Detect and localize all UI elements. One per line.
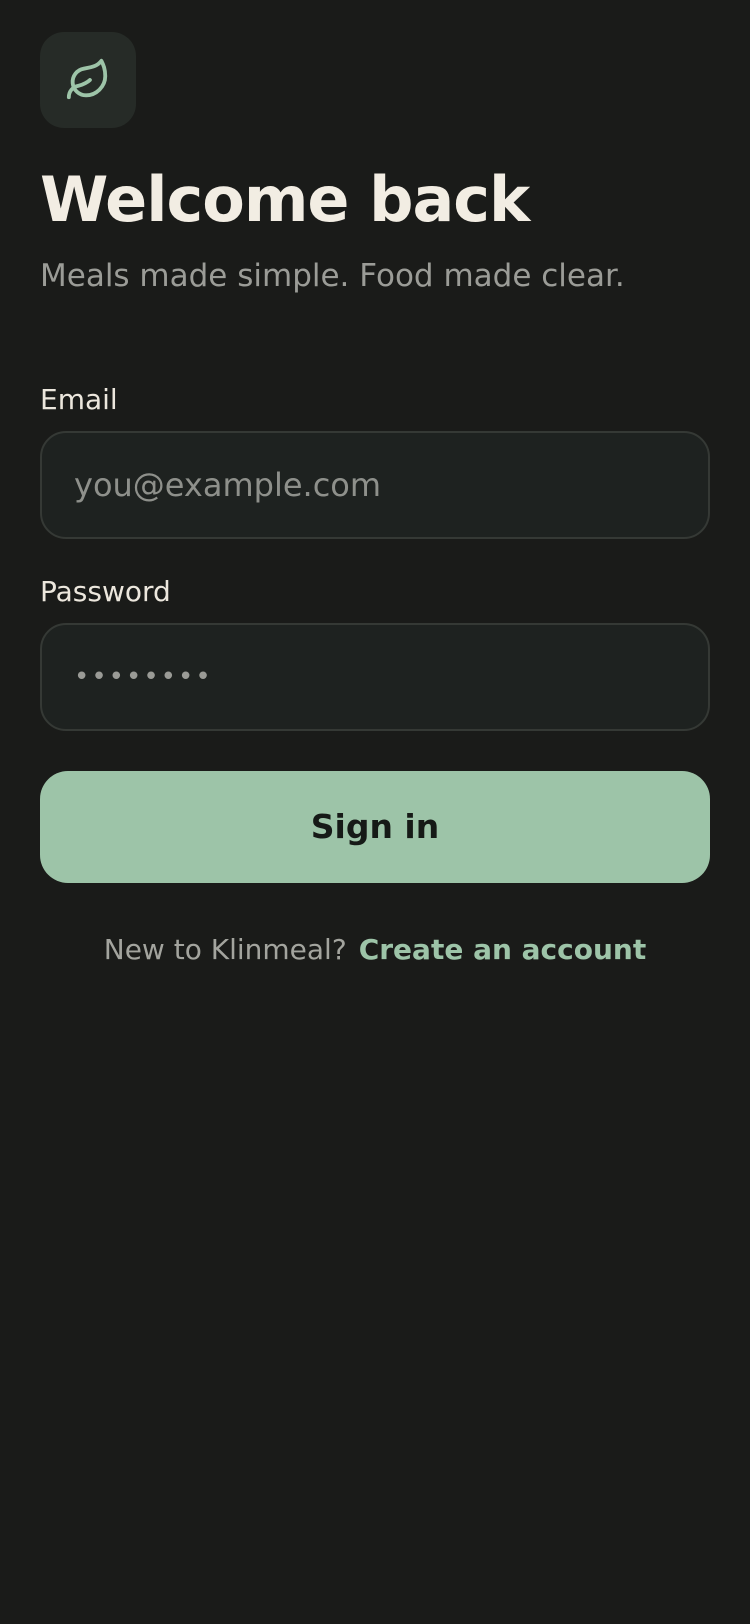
sign-in-button[interactable]: Sign in — [40, 770, 710, 883]
email-field-container — [40, 430, 710, 539]
page-subtitle: Meals made simple. Food made clear. — [40, 258, 625, 295]
email-field[interactable] — [74, 465, 676, 504]
app-logo — [40, 32, 136, 128]
page-title: Welcome back — [40, 163, 530, 236]
password-label: Password — [40, 574, 171, 608]
leaf-icon — [65, 57, 111, 103]
signup-prompt-row: New to Klinmeal? Create an account — [40, 933, 710, 966]
password-field[interactable]: •••••••• — [40, 622, 710, 731]
login-screen: Welcome back Meals made simple. Food mad… — [0, 0, 750, 1624]
signup-prompt-text: New to Klinmeal? — [103, 932, 347, 966]
password-masked-value: •••••••• — [74, 661, 213, 692]
create-account-link[interactable]: Create an account — [359, 933, 647, 966]
email-label: Email — [40, 383, 118, 417]
